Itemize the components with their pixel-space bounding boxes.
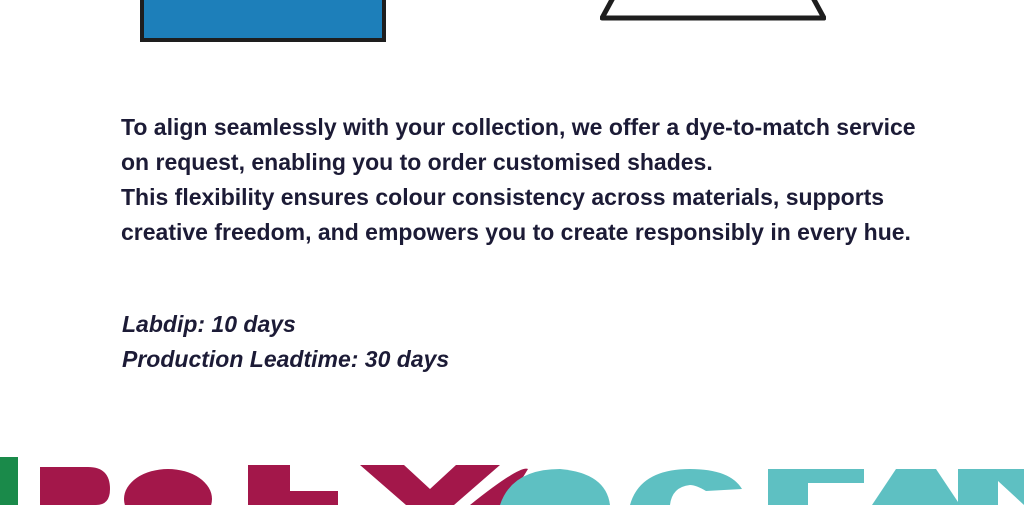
production-leadtime: Production Leadtime: 30 days (122, 346, 450, 372)
labdip-time: Labdip: 10 days (122, 311, 296, 337)
blue-box-illustration (140, 0, 386, 42)
description-line: creative freedom, and empowers you to cr… (121, 219, 911, 245)
service-description: To align seamlessly with your collection… (121, 110, 1021, 250)
description-line: This flexibility ensures colour consiste… (121, 184, 885, 210)
tray-illustration (600, 0, 826, 21)
polyocean-logo (0, 457, 1024, 505)
description-line: on request, enabling you to order custom… (121, 149, 713, 175)
description-line: To align seamlessly with your collection… (121, 114, 916, 140)
lead-times: Labdip: 10 days Production Leadtime: 30 … (122, 307, 449, 377)
